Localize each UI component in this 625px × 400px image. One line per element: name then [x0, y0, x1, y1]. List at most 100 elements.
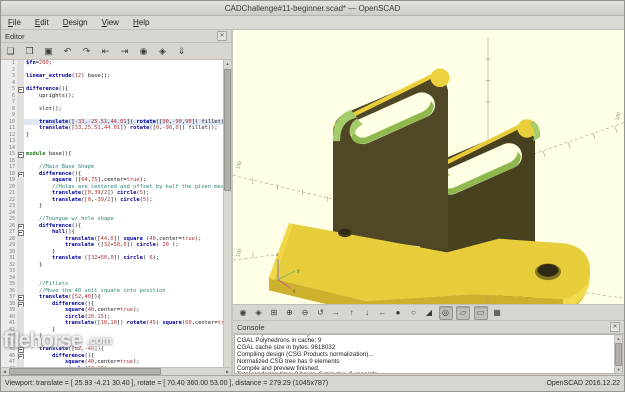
- scroll-left-icon[interactable]: ◀: [1, 368, 8, 375]
- menubar: File Edit Design View Help: [1, 16, 624, 30]
- editor-toolbar-button[interactable]: ⇓: [175, 45, 188, 58]
- toolbar-icon: ●: [395, 308, 401, 317]
- viewport-toolbar-button[interactable]: ↑: [346, 307, 358, 319]
- viewport-toolbar-button[interactable]: ⊖: [299, 307, 311, 319]
- toolbar-icon: ▦: [493, 308, 501, 317]
- viewport-toolbar-button[interactable]: ↺: [315, 307, 327, 319]
- scroll-up-icon[interactable]: ▲: [615, 335, 622, 342]
- editor-horizontal-scrollbar[interactable]: ◀ ▶: [1, 367, 231, 375]
- toolbar-icon: ↶: [63, 45, 72, 56]
- toolbar-icon: ○: [411, 308, 416, 317]
- editor-toolbar-button[interactable]: ↷: [80, 45, 93, 58]
- toolbar-icon: ❐: [25, 45, 34, 56]
- viewport-3d[interactable]: 100 100 100 100: [233, 30, 624, 305]
- toolbar-icon: ❏: [6, 45, 15, 56]
- toolbar-icon: ⊞: [270, 308, 278, 317]
- fold-marker[interactable]: [17, 365, 24, 367]
- toolbar-icon: ▣: [44, 45, 53, 56]
- viewport-toolbar-button[interactable]: ▭: [473, 305, 488, 320]
- console-panel: Console ✕ Geometry cache size in bytes: …: [233, 321, 624, 375]
- toolbar-icon: ↺: [317, 308, 324, 317]
- titlebar: CADChallenge#11-beginner.scad* — OpenSCA…: [1, 1, 624, 16]
- viewport-toolbar-button[interactable]: ○: [408, 307, 420, 319]
- scrollbar-thumb[interactable]: [9, 368, 161, 375]
- viewport-toolbar-button[interactable]: ⊕: [284, 307, 296, 319]
- editor-toolbar-button[interactable]: ⇥: [118, 45, 131, 58]
- toolbar-icon: ⊕: [286, 308, 293, 317]
- code-line[interactable]: 48 circle(20.15);: [1, 365, 223, 368]
- viewport-toolbar-button[interactable]: ▦: [491, 307, 503, 319]
- scrollbar-thumb[interactable]: [224, 69, 231, 191]
- scroll-up-icon[interactable]: ▲: [224, 60, 231, 67]
- editor-toolbar: ❏ ❐ ▣ ↶ ↷ ⇤ ⇥ ◉ ◈ ⇓: [1, 43, 231, 60]
- menu-item[interactable]: File: [1, 16, 28, 29]
- viewport-toolbar-button[interactable]: ◈: [253, 307, 265, 319]
- menu-item[interactable]: Help: [126, 16, 156, 29]
- toolbar-icon: ◎: [442, 308, 449, 317]
- console-output[interactable]: Geometry cache size in bytes: 7096768 CG…: [234, 334, 623, 374]
- toolbar-icon: ⊖: [301, 308, 309, 317]
- console-close-icon[interactable]: ✕: [610, 322, 620, 332]
- toolbar-icon: ←: [378, 308, 387, 317]
- editor-vertical-scrollbar[interactable]: ▲: [223, 60, 231, 367]
- console-panel-title: Console: [237, 322, 265, 332]
- console-scrollbar[interactable]: ▲ ▼: [614, 335, 622, 373]
- console-panel-header: Console ✕: [233, 321, 624, 334]
- toolbar-icon: ↓: [365, 308, 369, 317]
- editor-toolbar-button[interactable]: ◉: [137, 45, 150, 58]
- toolbar-icon: ◈: [159, 45, 166, 56]
- toolbar-icon: ⇤: [101, 45, 110, 56]
- window-title: CADChallenge#11-beginner.scad* — OpenSCA…: [224, 3, 401, 13]
- console-lines: Geometry cache size in bytes: 7096768 CG…: [235, 335, 614, 373]
- menu-item[interactable]: Design: [56, 16, 95, 29]
- viewport-toolbar-button[interactable]: ↓: [361, 307, 373, 319]
- scroll-down-icon[interactable]: ▼: [615, 366, 622, 373]
- console-line: Total rendering time: 0 hours, 0 minutes…: [237, 372, 612, 373]
- scroll-right-icon[interactable]: ▶: [224, 368, 231, 375]
- toolbar-icon: ⇥: [120, 45, 129, 56]
- editor-close-icon[interactable]: ✕: [217, 31, 227, 41]
- editor-panel: Editor ✕ ❏ ❐ ▣ ↶ ↷ ⇤ ⇥ ◉ ◈ ⇓ 1 $fn=200; …: [1, 30, 233, 375]
- editor-toolbar-button[interactable]: ▣: [42, 45, 55, 58]
- viewport-toolbar-button[interactable]: ◉: [237, 307, 249, 319]
- toolbar-icon: ▭: [476, 308, 485, 317]
- editor-toolbar-button[interactable]: ❏: [4, 45, 17, 58]
- editor-toolbar-button[interactable]: ❐: [23, 45, 36, 58]
- toolbar-icon: ◈: [255, 308, 262, 317]
- scrollbar-thumb[interactable]: [615, 342, 622, 367]
- code-text: circle(20.15);: [24, 366, 223, 368]
- menu-item[interactable]: Edit: [28, 16, 56, 29]
- viewport-toolbar-button[interactable]: ▱: [456, 305, 470, 320]
- viewport-toolbar: ◉ ◈ ⊞ ⊕ ⊖ ↺ → ↑ ↓ ← ● ○ ◢ ◎ ▱ ▭ ▦: [233, 305, 624, 321]
- editor-panel-header: Editor ✕: [1, 30, 231, 43]
- viewport-toolbar-button[interactable]: ←: [377, 307, 389, 319]
- code-lines: 1 $fn=200; 2 3 linear_extrude(12) base()…: [1, 60, 223, 367]
- main-area: Editor ✕ ❏ ❐ ▣ ↶ ↷ ⇤ ⇥ ◉ ◈ ⇓ 1 $fn=200; …: [1, 30, 624, 375]
- viewport-toolbar-button[interactable]: →: [330, 307, 342, 319]
- viewport-toolbar-button[interactable]: ●: [392, 307, 404, 319]
- editor-toolbar-button[interactable]: ◈: [156, 45, 169, 58]
- toolbar-icon: ↑: [349, 308, 354, 317]
- editor-toolbar-button[interactable]: ⇤: [99, 45, 112, 58]
- right-column: 100 100 100 100: [233, 30, 624, 375]
- openscad-window: CADChallenge#11-beginner.scad* — OpenSCA…: [0, 0, 625, 392]
- code-editor[interactable]: 1 $fn=200; 2 3 linear_extrude(12) base()…: [1, 60, 231, 367]
- viewport-status-text: Viewport: translate = [ 25.93 -4.21 30.4…: [5, 380, 329, 387]
- toolbar-icon: ↷: [82, 45, 91, 56]
- toolbar-icon: ◉: [139, 45, 148, 56]
- viewport-toolbar-button[interactable]: ⊞: [268, 307, 280, 319]
- toolbar-icon: ◉: [239, 308, 247, 317]
- toolbar-icon: ◢: [425, 308, 433, 317]
- status-bar: Viewport: translate = [ 25.93 -4.21 30.4…: [1, 375, 624, 391]
- toolbar-icon: →: [332, 308, 340, 317]
- editor-toolbar-button[interactable]: ↶: [61, 45, 74, 58]
- editor-panel-title: Editor: [5, 31, 25, 41]
- viewport-toolbar-button[interactable]: ◢: [423, 307, 435, 319]
- menu-item[interactable]: View: [95, 16, 126, 29]
- version-text: OpenSCAD 2016.12.22: [546, 380, 620, 387]
- viewport-toolbar-button[interactable]: ◎: [438, 305, 453, 320]
- line-number: 48: [1, 365, 17, 367]
- toolbar-icon: ⇓: [177, 45, 186, 56]
- 3d-canvas[interactable]: 100 100 100 100: [233, 30, 624, 304]
- toolbar-icon: ▱: [459, 308, 467, 317]
